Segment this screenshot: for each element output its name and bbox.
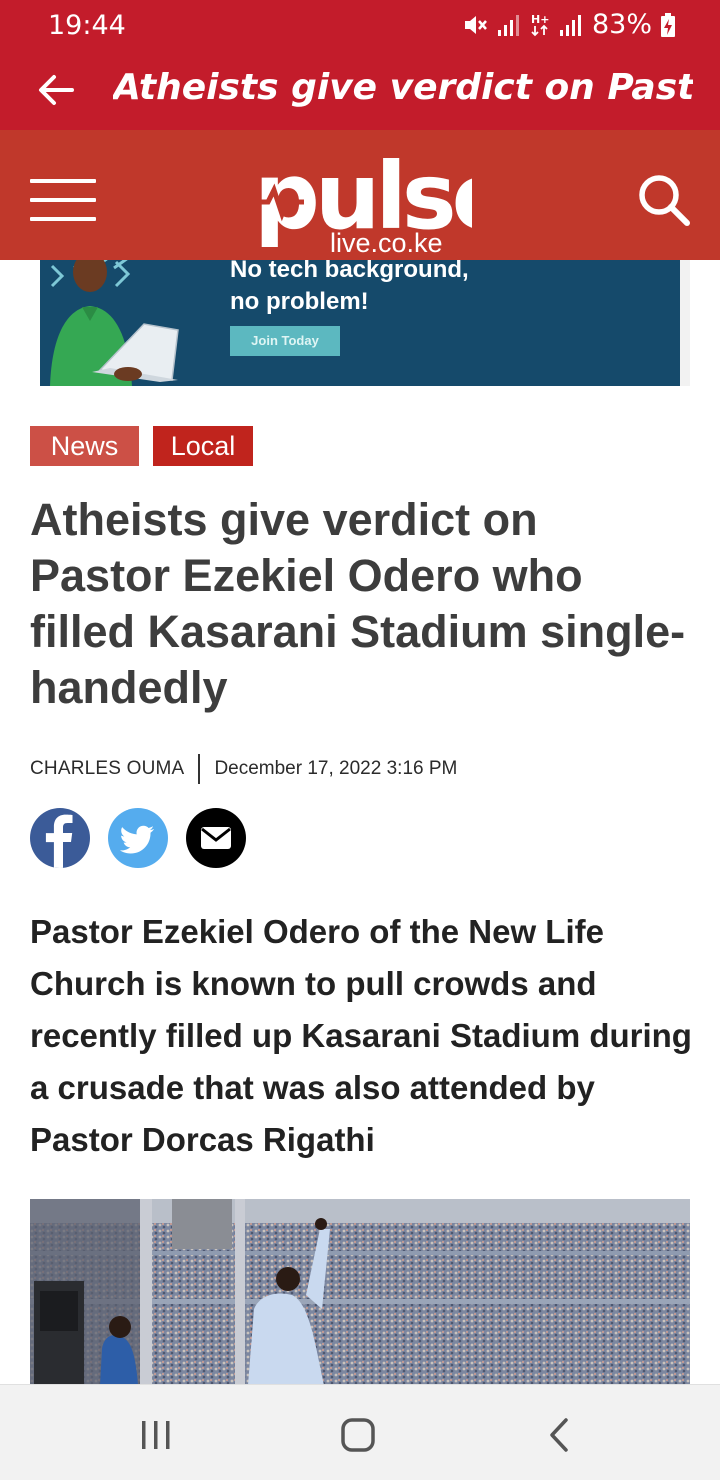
- battery-charging-icon: [661, 12, 675, 37]
- ad-headline: No tech background, no problem!: [230, 260, 469, 318]
- twitter-share-button[interactable]: [108, 808, 168, 868]
- byline: CHARLES OUMA December 17, 2022 3:16 PM: [30, 754, 457, 784]
- search-icon[interactable]: [636, 172, 692, 228]
- signal-icon: [497, 14, 519, 36]
- publish-date: December 17, 2022 3:16 PM: [214, 758, 458, 779]
- article-lead: Pastor Ezekiel Odero of the New Life Chu…: [30, 913, 692, 1158]
- status-icons: H+ 83%: [462, 9, 676, 40]
- article-photo[interactable]: [30, 1199, 690, 1385]
- ad-headline-line1: No tech background,: [230, 260, 469, 283]
- facebook-share-button[interactable]: [30, 808, 90, 868]
- system-nav-bar: [0, 1384, 720, 1480]
- app-bar-title: Atheists give verdict on Pastor ...: [113, 67, 693, 108]
- mute-icon: [464, 15, 487, 34]
- author-name[interactable]: CHARLES OUMA: [30, 758, 184, 780]
- facebook-icon: [45, 814, 73, 868]
- email-share-button[interactable]: [186, 808, 246, 868]
- email-icon: [201, 827, 231, 849]
- stadium-crowd-image: [30, 1199, 690, 1385]
- signal-icon: [559, 14, 581, 36]
- twitter-icon: [119, 825, 154, 854]
- app-bar: Atheists give verdict on Pastor ...: [0, 50, 720, 130]
- ad-join-button[interactable]: Join Today: [230, 326, 340, 356]
- battery-level: 83%: [591, 9, 652, 40]
- site-header: pulse live.co.ke: [0, 130, 720, 260]
- tag-news[interactable]: News: [30, 426, 139, 466]
- status-bar: 19:44 H+ 83%: [0, 0, 720, 50]
- byline-divider: [198, 754, 201, 784]
- ad-banner[interactable]: No tech background, no problem! Join Tod…: [40, 260, 680, 386]
- ad-person-illustration: [50, 260, 179, 386]
- logo-domain: live.co.ke: [330, 228, 443, 258]
- status-time: 19:44: [48, 10, 126, 41]
- article-headline: Atheists give verdict on Pastor Ezekiel …: [30, 494, 686, 713]
- back-icon[interactable]: [540, 1415, 580, 1455]
- back-arrow-icon[interactable]: [36, 70, 76, 110]
- hamburger-menu-icon[interactable]: [30, 179, 96, 221]
- ad-edge: [680, 260, 690, 386]
- hplus-data-icon: H+: [531, 13, 549, 36]
- svg-text:H+: H+: [531, 13, 549, 26]
- recent-apps-icon[interactable]: [136, 1415, 176, 1455]
- home-icon[interactable]: [338, 1415, 378, 1455]
- tag-local[interactable]: Local: [153, 426, 253, 466]
- ad-headline-line2: no problem!: [230, 288, 369, 315]
